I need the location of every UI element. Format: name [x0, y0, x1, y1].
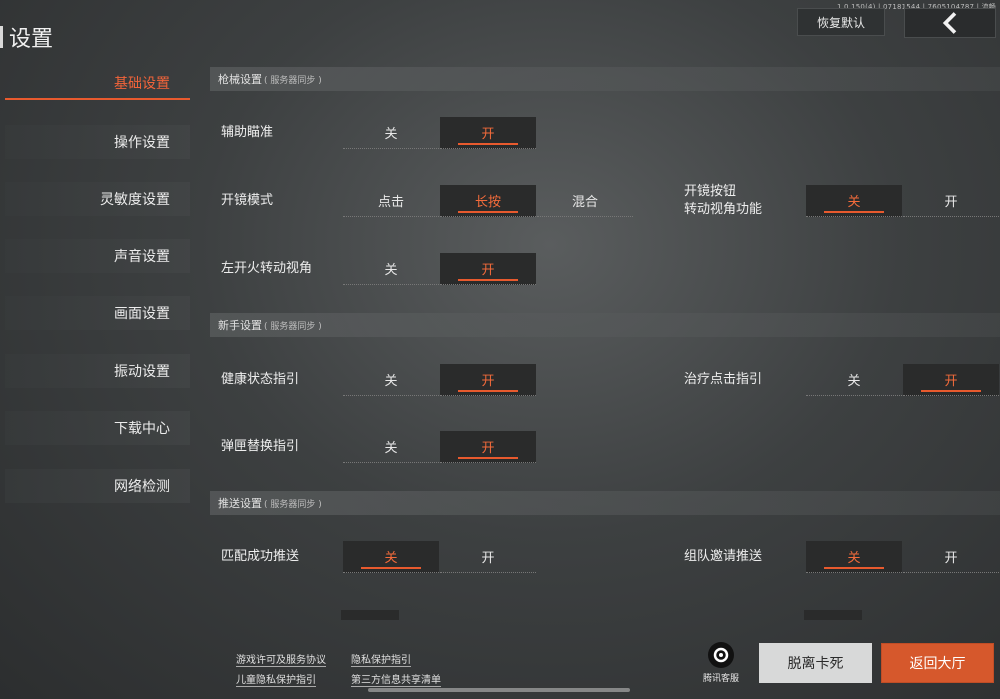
mag-swap-guide-off[interactable]: 关 [343, 431, 439, 463]
title-mark [0, 26, 3, 48]
match-push-on[interactable]: 开 [440, 541, 536, 573]
left-fire-view-on[interactable]: 开 [440, 253, 536, 285]
unstuck-button[interactable]: 脱离卡死 [759, 643, 872, 683]
partial-toggle [341, 610, 399, 620]
match-push-toggle: 关 开 [343, 541, 537, 573]
return-lobby-button[interactable]: 返回大厅 [881, 643, 994, 683]
scrollbar[interactable] [368, 688, 630, 692]
section-weapon-header: 枪械设置 ( 服务器同步 ) [210, 67, 1000, 91]
third-party-sharing-link[interactable]: 第三方信息共享清单 [351, 671, 441, 687]
sidebar-item-graphics[interactable]: 画面设置 [5, 296, 190, 330]
section-title: 新手设置 [218, 319, 262, 332]
heal-click-guide-label: 治疗点击指引 [684, 372, 763, 387]
scope-mode-label: 开镜模式 [221, 193, 274, 208]
scope-button-view-label: 开镜按钮 转动视角功能 [684, 183, 762, 219]
heal-click-guide-toggle: 关 开 [806, 364, 1000, 396]
health-guide-on[interactable]: 开 [440, 364, 536, 396]
aim-assist-off[interactable]: 关 [343, 117, 439, 149]
chevron-left-icon [942, 12, 957, 34]
customer-service-icon [708, 642, 734, 668]
section-title: 枪械设置 [218, 73, 262, 86]
match-push-label: 匹配成功推送 [221, 549, 300, 564]
customer-service-label: 腾讯客服 [702, 674, 739, 684]
team-invite-push-on[interactable]: 开 [903, 541, 999, 573]
left-fire-view-off[interactable]: 关 [343, 253, 439, 285]
team-invite-push-toggle: 关 开 [806, 541, 1000, 573]
scope-button-view-label-line2: 转动视角功能 [684, 202, 763, 217]
aim-assist-toggle: 关 开 [343, 117, 537, 149]
page-title: 设置 [9, 27, 54, 52]
sidebar-item-downloads[interactable]: 下载中心 [5, 411, 190, 445]
child-privacy-link[interactable]: 儿童隐私保护指引 [236, 671, 316, 687]
scope-mode-tap[interactable]: 点击 [343, 185, 439, 217]
scope-button-view-on[interactable]: 开 [903, 185, 999, 217]
sidebar-item-network[interactable]: 网络检测 [5, 469, 190, 503]
scope-button-view-label-line1: 开镜按钮 [684, 184, 737, 199]
health-guide-toggle: 关 开 [343, 364, 537, 396]
partial-toggle [804, 610, 862, 620]
restore-default-button[interactable]: 恢复默认 [797, 8, 885, 36]
scope-mode-selector: 点击 长按 混合 [343, 185, 634, 217]
left-fire-view-toggle: 关 开 [343, 253, 537, 285]
page-title-bar: 设置 [0, 22, 53, 52]
section-subtitle: ( 服务器同步 ) [264, 321, 322, 332]
scope-button-view-off[interactable]: 关 [806, 185, 902, 217]
aim-assist-label: 辅助瞄准 [221, 125, 274, 140]
mag-swap-guide-toggle: 关 开 [343, 431, 537, 463]
mag-swap-guide-on[interactable]: 开 [440, 431, 536, 463]
section-subtitle: ( 服务器同步 ) [264, 499, 322, 510]
sidebar-item-sensitivity[interactable]: 灵敏度设置 [5, 182, 190, 216]
license-agreement-link[interactable]: 游戏许可及服务协议 [236, 651, 326, 667]
scope-mode-mixed[interactable]: 混合 [537, 185, 633, 217]
section-push-header: 推送设置 ( 服务器同步 ) [210, 491, 1000, 515]
section-title: 推送设置 [218, 497, 262, 510]
health-guide-label: 健康状态指引 [221, 372, 300, 387]
privacy-guide-link[interactable]: 隐私保护指引 [351, 651, 411, 667]
section-newbie-header: 新手设置 ( 服务器同步 ) [210, 313, 1000, 337]
match-push-off[interactable]: 关 [343, 541, 439, 573]
sidebar-item-vibration[interactable]: 振动设置 [5, 354, 190, 388]
back-button[interactable] [904, 8, 996, 38]
sidebar-item-sound[interactable]: 声音设置 [5, 239, 190, 273]
scope-mode-hold[interactable]: 长按 [440, 185, 536, 217]
health-guide-off[interactable]: 关 [343, 364, 439, 396]
scope-button-view-toggle: 关 开 [806, 185, 1000, 217]
team-invite-push-label: 组队邀请推送 [684, 549, 763, 564]
aim-assist-on[interactable]: 开 [440, 117, 536, 149]
mag-swap-guide-label: 弹匣替换指引 [221, 439, 300, 454]
team-invite-push-off[interactable]: 关 [806, 541, 902, 573]
sidebar-item-basic[interactable]: 基础设置 [5, 66, 190, 100]
heal-click-guide-on[interactable]: 开 [903, 364, 999, 396]
left-fire-view-label: 左开火转动视角 [221, 261, 313, 276]
section-subtitle: ( 服务器同步 ) [264, 75, 322, 86]
sidebar-item-controls[interactable]: 操作设置 [5, 125, 190, 159]
customer-service-button[interactable]: 腾讯客服 [695, 642, 747, 684]
heal-click-guide-off[interactable]: 关 [806, 364, 902, 396]
